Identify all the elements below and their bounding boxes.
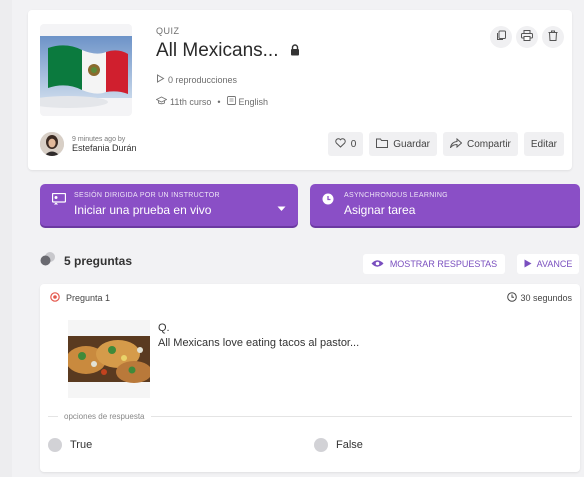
clock-icon xyxy=(322,192,334,210)
heart-icon xyxy=(335,137,346,151)
answer-options-label: opciones de respuesta xyxy=(64,412,145,421)
quiz-header-card: QUIZ All Mexicans... 0 reproducciones 11… xyxy=(28,10,572,170)
quiz-type-label: QUIZ xyxy=(156,26,180,36)
question-label: Pregunta 1 xyxy=(50,292,110,304)
divider-line xyxy=(48,416,58,417)
option-label: True xyxy=(70,439,93,451)
live-session-label: SESIÓN DIRIGIDA POR UN INSTRUCTOR xyxy=(74,192,220,199)
copy-button[interactable] xyxy=(490,26,512,48)
graduation-cap-icon xyxy=(155,96,168,107)
eye-icon xyxy=(371,259,384,270)
presentation-icon xyxy=(51,192,67,210)
share-label: Compartir xyxy=(466,138,511,150)
edit-label: Editar xyxy=(530,138,557,150)
preview-button[interactable]: AVANCE xyxy=(517,254,579,274)
question-time-text: 30 segundos xyxy=(520,293,572,303)
author-info: 9 minutes ago by Estefania Durán xyxy=(40,132,137,156)
show-answers-button[interactable]: MOSTRAR RESPUESTAS xyxy=(363,254,505,274)
question-prefix: Q. xyxy=(158,322,170,334)
print-icon xyxy=(521,28,533,46)
quiz-title-text: All Mexicans... xyxy=(156,40,279,62)
likes-count: 0 xyxy=(350,138,357,150)
quiz-thumbnail-mexico-flag xyxy=(40,24,132,116)
grade-text: 11th curso xyxy=(170,96,212,107)
option-radio[interactable] xyxy=(48,438,62,452)
question-time: 30 segundos xyxy=(507,292,572,304)
share-icon xyxy=(449,137,463,151)
question-text: All Mexicans love eating tacos al pastor… xyxy=(158,337,360,349)
language-text: English xyxy=(238,96,269,107)
lock-icon xyxy=(290,40,300,62)
copy-icon xyxy=(496,28,507,46)
save-button[interactable]: Guardar xyxy=(369,132,437,156)
share-button[interactable]: Compartir xyxy=(442,132,518,156)
start-live-quiz-button[interactable]: SESIÓN DIRIGIDA POR UN INSTRUCTOR Inicia… xyxy=(40,184,298,226)
author-name[interactable]: Estefania Durán xyxy=(72,143,137,153)
assign-homework-label: Asignar tarea xyxy=(344,203,416,217)
divider-line xyxy=(150,416,572,417)
plays-count: 0 reproducciones xyxy=(156,74,237,85)
assign-homework-button[interactable]: ASYNCHRONOUS LEARNING Asignar tarea xyxy=(310,184,580,226)
folder-icon xyxy=(376,138,389,151)
delete-button[interactable] xyxy=(542,26,564,48)
option-radio[interactable] xyxy=(314,438,328,452)
answer-option-true[interactable]: True xyxy=(48,438,92,452)
timer-icon xyxy=(507,292,518,304)
caret-down-icon[interactable] xyxy=(277,199,286,217)
edit-button[interactable]: Editar xyxy=(523,132,564,156)
play-icon xyxy=(156,74,165,85)
like-button[interactable]: 0 xyxy=(327,132,364,156)
async-learning-label: ASYNCHRONOUS LEARNING xyxy=(344,192,448,199)
multiple-choice-icon xyxy=(50,292,60,304)
author-time: 9 minutes ago by xyxy=(72,135,126,143)
question-bubbles-icon xyxy=(40,252,56,269)
questions-header: 5 preguntas xyxy=(40,252,132,269)
avatar[interactable] xyxy=(40,132,64,156)
answer-options-divider: opciones de respuesta xyxy=(48,412,572,421)
quiz-actions: 0 Guardar Compartir Editar xyxy=(327,132,564,156)
answer-option-false[interactable]: False xyxy=(314,438,363,452)
author-text: 9 minutes ago by Estefania Durán xyxy=(72,136,137,153)
questions-count: 5 preguntas xyxy=(64,253,133,268)
live-quiz-label: Iniciar una prueba en vivo xyxy=(74,203,212,217)
meta-separator: • xyxy=(217,96,221,107)
question-number: Pregunta 1 xyxy=(66,293,111,303)
play-triangle-icon xyxy=(524,259,532,270)
language-icon xyxy=(226,96,236,107)
save-label: Guardar xyxy=(393,138,430,150)
show-answers-label: MOSTRAR RESPUESTAS xyxy=(389,259,498,269)
quiz-title: All Mexicans... xyxy=(156,40,300,62)
preview-label: AVANCE xyxy=(536,259,573,269)
quiz-meta: 11th curso • English xyxy=(155,96,269,107)
question-image-tacos xyxy=(68,320,150,398)
trash-icon xyxy=(548,28,558,46)
option-label: False xyxy=(336,439,363,451)
print-button[interactable] xyxy=(516,26,538,48)
plays-text: 0 reproducciones xyxy=(168,74,238,85)
question-card: Pregunta 1 30 segundos Q. All Mexicans l… xyxy=(40,284,580,472)
